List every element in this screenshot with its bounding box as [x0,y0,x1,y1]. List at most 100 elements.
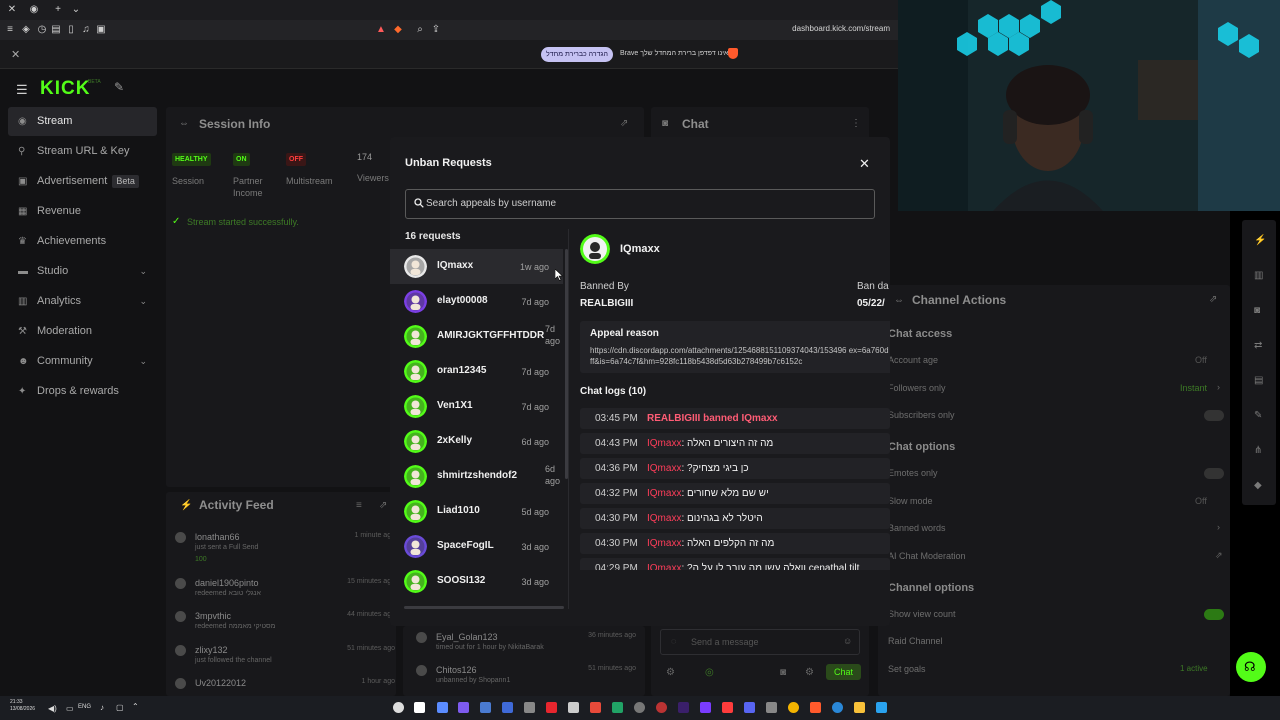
wrench-icon[interactable]: ✎ [114,80,124,94]
share-icon[interactable]: ⇪ [430,24,442,36]
system-clock[interactable]: 21:33 13/08/2026 [10,699,35,713]
chat-log-user[interactable]: IQmaxx [647,513,681,524]
popout-icon[interactable]: ⇗ [379,500,387,511]
tray-expand-icon[interactable]: ⌃ [132,702,139,711]
mic-icon[interactable]: ♪ [100,703,104,712]
popout-icon[interactable]: ⇗ [1209,294,1217,305]
app-icon-16[interactable] [722,702,733,713]
app-icon-2[interactable] [414,702,425,713]
app-icon-18[interactable] [766,702,777,713]
chat-icon[interactable]: ◙ [1254,305,1260,316]
drops-icon[interactable]: ◆ [1254,480,1262,491]
swap-icon[interactable]: ⇄ [1254,340,1262,351]
app-icon-12[interactable] [634,702,645,713]
media-icon[interactable]: ▣ [95,24,107,36]
app-icon-6[interactable] [502,702,513,713]
close-notification-icon[interactable]: ✕ [11,48,20,61]
show-view-count-toggle[interactable] [1204,609,1224,620]
send-chat-button[interactable]: Chat [826,664,862,680]
request-item[interactable]: SOOSI132 3d ago [390,564,563,599]
app-icon-14[interactable] [678,702,689,713]
sidebar-item-advertisement[interactable]: ▣ Advertisement Beta [8,167,157,196]
app-icon-5[interactable] [480,702,491,713]
app-icon-10[interactable] [590,702,601,713]
share-icon[interactable]: ⋔ [1254,445,1262,456]
address-bar[interactable]: dashboard.kick.com/stream [792,24,890,33]
hamburger-icon[interactable]: ☰ [16,82,28,98]
sidebar-item-achievements[interactable]: ♛ Achievements [8,227,157,256]
emotes-only-toggle[interactable] [1204,468,1224,479]
chrome-icon[interactable] [788,702,799,713]
close-tab-icon[interactable]: ✕ [6,4,18,16]
sidebar-item-drops-rewards[interactable]: ✦ Drops & rewards [8,377,157,406]
app-icon-15[interactable] [700,702,711,713]
request-item[interactable]: Liad1010 5d ago [390,494,563,529]
language-indicator[interactable]: ENG [78,704,91,710]
chat-log-user[interactable]: IQmaxx [647,538,681,549]
chat-log-user[interactable]: IQmaxx [647,463,681,474]
raid-channel-label[interactable]: Raid Channel [888,636,943,646]
brave-shield-icon[interactable]: ◆ [392,24,404,36]
request-item[interactable]: AMIRJGKTGFFHTDDR 7d ago [390,319,563,354]
app-icon-9[interactable] [568,702,579,713]
chevron-right-icon[interactable]: › [1217,522,1220,532]
sidebar-item-studio[interactable]: ▬ Studio ⌄ [8,257,157,286]
followers-only-value[interactable]: Instant [1180,383,1207,393]
lightning-icon[interactable]: ⚡ [1254,235,1266,246]
set-default-button[interactable]: הגדרה כברירת מחדל [541,47,613,62]
alert-icon[interactable]: ▲ [375,24,387,36]
app-icon-11[interactable] [612,702,623,713]
sidebar-item-revenue[interactable]: ▦ Revenue [8,197,157,226]
kick-logo[interactable]: KICK [40,78,90,100]
sidebar-item-community[interactable]: ☻ Community ⌄ [8,347,157,376]
list-horizontal-scrollbar[interactable] [404,606,564,609]
sidebar-item-analytics[interactable]: ▥ Analytics ⌄ [8,287,157,316]
search-appeals-input[interactable]: Search appeals by username [405,189,875,219]
tab-list-icon[interactable]: ⌄ [70,4,82,16]
chat-input[interactable]: ◌ Send a message ☺ [660,629,860,655]
discord-icon[interactable] [744,702,755,713]
chat-bubble-icon[interactable]: ◙ [780,667,786,678]
request-item[interactable]: IQmaxx 1w ago [390,249,563,284]
chat-log-user[interactable]: IQmaxx [647,563,681,570]
app-icon-3[interactable] [437,702,448,713]
chat-log-user[interactable]: IQmaxx [647,488,681,499]
subscribers-only-toggle[interactable] [1204,410,1224,421]
reader-icon[interactable]: ▯ [65,24,77,36]
music-icon[interactable]: ♫ [80,24,92,36]
store-icon[interactable] [876,702,887,713]
chevron-right-icon[interactable]: › [1217,382,1220,392]
tab-icon[interactable]: ◉ [28,4,40,16]
slow-mode-value[interactable]: Off [1195,496,1207,506]
brave-icon[interactable] [810,702,821,713]
sidebar-item-stream-url-key[interactable]: ⚲ Stream URL & Key [8,137,157,166]
request-item[interactable]: oran12345 7d ago [390,354,563,389]
wrench-icon[interactable]: ✎ [1254,410,1262,421]
shield-icon[interactable]: ◈ [20,24,32,36]
chat-log-user[interactable]: IQmaxx [647,438,681,449]
set-goals-label[interactable]: Set goals [888,664,926,674]
sidebar-item-moderation[interactable]: ⚒ Moderation [8,317,157,346]
chat-settings-icon[interactable]: ⚙ [666,667,675,678]
support-button[interactable]: ☊ [1236,652,1266,682]
request-item[interactable]: elayt00008 7d ago [390,284,563,319]
account-age-value[interactable]: Off [1195,355,1207,365]
drag-handle-icon[interactable]: ⇔ [179,118,189,129]
external-link-icon[interactable]: ⇗ [1215,550,1223,561]
search-tab-icon[interactable]: ⌕ [414,24,426,36]
more-options-icon[interactable]: ⋮ [851,118,861,129]
trash-icon[interactable]: ▥ [1254,270,1263,281]
new-tab-icon[interactable]: + [52,4,64,16]
list-icon[interactable]: ▤ [1254,375,1263,386]
history-icon[interactable]: ◷ [36,24,48,36]
appeal-reason-text[interactable]: https://cdn.discordapp.com/attachments/1… [590,345,890,367]
app-icon-13[interactable] [656,702,667,713]
filter-icon[interactable]: ≡ [356,500,362,511]
app-icon-8[interactable] [546,702,557,713]
folder-icon[interactable] [854,702,865,713]
close-icon[interactable]: ✕ [859,156,870,172]
sidebar-item-stream[interactable]: ◉ Stream [8,107,157,136]
bookmarks-icon[interactable]: ▤ [50,24,62,36]
request-item[interactable]: shmirtzshendof2 6d ago [390,459,563,494]
popout-icon[interactable]: ⇗ [620,118,628,129]
